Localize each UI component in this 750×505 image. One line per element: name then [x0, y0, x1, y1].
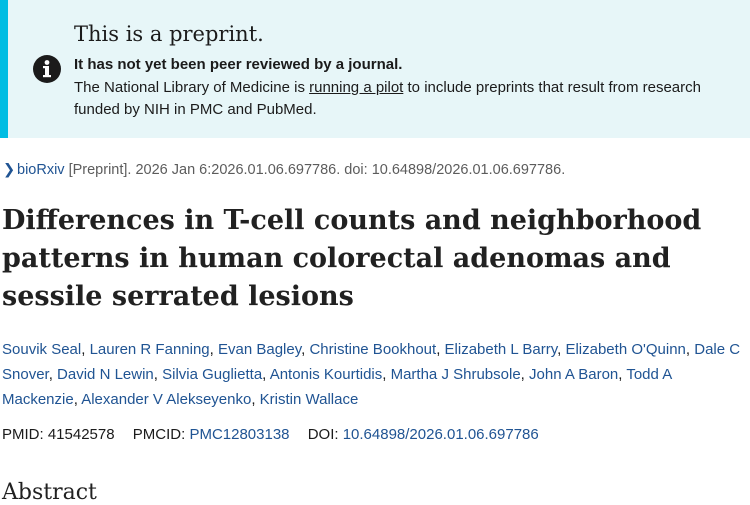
author-separator: ,	[520, 366, 530, 383]
article-identifiers: PMID: 41542578 PMCID: PMC12803138 DOI: 1…	[2, 426, 539, 443]
author-link[interactable]: Elizabeth L Barry	[445, 341, 558, 358]
author-separator: ,	[81, 341, 90, 358]
abstract-heading: Abstract	[2, 480, 97, 505]
citation-line: ❯ bioRxiv [Preprint]. 2026 Jan 6:2026.01.…	[3, 162, 565, 178]
author-separator: ,	[153, 366, 163, 383]
author-link[interactable]: Silvia Guglietta	[162, 366, 262, 383]
author-link[interactable]: Antonis Kourtidis	[270, 366, 383, 383]
info-icon	[33, 55, 61, 83]
author-link[interactable]: Christine Bookhout	[309, 341, 436, 358]
article-title: Differences in T-cell counts and neighbo…	[2, 205, 702, 312]
notice-text-before: The National Library of Medicine is	[74, 79, 310, 96]
notice-body: The National Library of Medicine is runn…	[74, 77, 744, 121]
author-list: Souvik Seal, Lauren R Fanning, Evan Bagl…	[2, 337, 747, 412]
chevron-right-icon: ❯	[3, 162, 16, 178]
citation-details: [Preprint]. 2026 Jan 6:2026.01.06.697786…	[68, 162, 566, 178]
author-link[interactable]: Martha J Shrubsole	[391, 366, 521, 383]
author-link[interactable]: Alexander V Alekseyenko	[81, 391, 251, 408]
preprint-notice: This is a preprint. It has not yet been …	[0, 0, 750, 138]
author-separator: ,	[685, 341, 695, 358]
author-link[interactable]: Evan Bagley	[218, 341, 301, 358]
author-link[interactable]: Elizabeth O'Quinn	[565, 341, 685, 358]
author-separator: ,	[436, 341, 445, 358]
author-separator: ,	[382, 366, 391, 383]
pmcid-link[interactable]: PMC12803138	[189, 426, 289, 443]
author-separator: ,	[251, 391, 260, 408]
notice-subtitle: It has not yet been peer reviewed by a j…	[74, 56, 403, 73]
author-link[interactable]: Souvik Seal	[2, 341, 81, 358]
pmid-value: 41542578	[47, 426, 115, 443]
author-separator: ,	[48, 366, 58, 383]
author-link[interactable]: David N Lewin	[57, 366, 154, 383]
doi-link[interactable]: 10.64898/2026.01.06.697786	[343, 426, 539, 443]
journal-link[interactable]: bioRxiv	[17, 162, 65, 178]
doi-label: DOI:	[307, 426, 339, 443]
pmcid-label: PMCID:	[132, 426, 186, 443]
notice-title: This is a preprint.	[74, 22, 264, 46]
running-a-pilot-link[interactable]: running a pilot	[309, 79, 403, 96]
author-link[interactable]: Kristin Wallace	[260, 391, 359, 408]
author-link[interactable]: Lauren R Fanning	[90, 341, 210, 358]
pmid-label: PMID:	[2, 426, 44, 443]
author-separator: ,	[209, 341, 218, 358]
author-separator: ,	[262, 366, 270, 383]
author-link[interactable]: John A Baron	[529, 366, 618, 383]
